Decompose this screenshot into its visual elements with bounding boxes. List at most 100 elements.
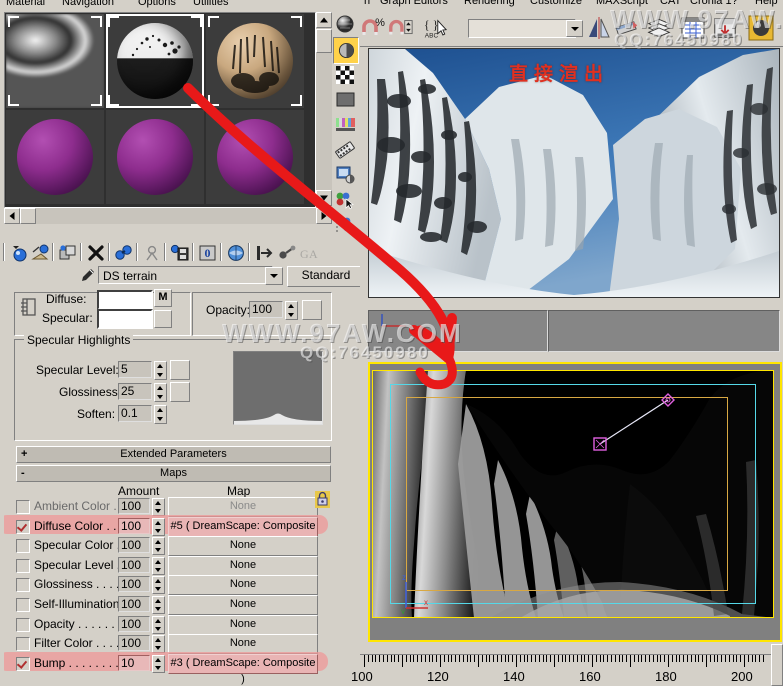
scroll-up-button[interactable] xyxy=(316,12,332,28)
put-material-to-scene-icon[interactable] xyxy=(30,242,52,263)
align-icon[interactable] xyxy=(614,14,640,42)
percent-snap-icon[interactable]: % xyxy=(360,14,386,42)
map-slot-button[interactable]: None xyxy=(168,575,318,596)
video-color-check-icon[interactable] xyxy=(333,112,357,137)
slot-horizontal-scrollbar[interactable] xyxy=(4,208,332,224)
map-amount-field[interactable]: 10 xyxy=(118,654,150,671)
map-amount-field[interactable]: 100 xyxy=(118,498,150,514)
curve-editor-icon[interactable] xyxy=(680,14,706,42)
map-checkbox[interactable] xyxy=(16,598,30,612)
specular-map-button[interactable] xyxy=(154,310,172,328)
mirror-icon[interactable] xyxy=(586,14,612,42)
glossiness-spinner[interactable] xyxy=(154,383,167,402)
menu-utilities[interactable]: Utilities xyxy=(193,0,228,8)
map-amount-field[interactable]: 100 xyxy=(118,517,150,534)
specular-color-swatch[interactable] xyxy=(97,309,153,329)
map-amount-spinner[interactable] xyxy=(152,556,165,575)
map-amount-field[interactable]: 100 xyxy=(118,635,150,652)
glossiness-field[interactable]: 25 xyxy=(118,383,152,400)
layer-manager-icon[interactable] xyxy=(646,14,672,42)
material-effects-channel-icon[interactable]: 0 xyxy=(197,242,219,263)
material-id-channel-icon[interactable] xyxy=(333,212,357,237)
schematic-view-icon[interactable] xyxy=(712,14,738,42)
soften-field[interactable]: 0.1 xyxy=(118,405,152,422)
map-amount-spinner[interactable] xyxy=(152,576,165,595)
map-checkbox[interactable] xyxy=(16,519,30,534)
assign-material-to-selection-icon[interactable] xyxy=(57,242,79,263)
sample-slot-6[interactable] xyxy=(206,110,304,204)
diffuse-map-button[interactable]: M xyxy=(154,289,172,307)
lock-icon[interactable] xyxy=(315,491,330,511)
named-selection-sets-icon[interactable]: { } ABC xyxy=(422,14,448,42)
specular-level-map-button[interactable] xyxy=(170,360,190,380)
sample-slot-5[interactable] xyxy=(106,110,204,204)
sample-slot-4[interactable] xyxy=(6,110,104,204)
spinner-snap-icon[interactable] xyxy=(388,14,414,42)
make-unique-icon[interactable] xyxy=(141,242,163,263)
select-by-material-icon[interactable] xyxy=(333,187,357,212)
sample-slot-3[interactable] xyxy=(206,14,304,108)
map-amount-field[interactable]: 100 xyxy=(118,615,150,632)
menu-options[interactable]: Options xyxy=(138,0,176,8)
specular-level-spinner[interactable] xyxy=(154,361,167,380)
map-checkbox[interactable] xyxy=(16,539,30,554)
sample-slot-1[interactable] xyxy=(6,14,104,108)
opacity-spinner[interactable] xyxy=(285,301,298,320)
get-material-icon[interactable] xyxy=(8,242,30,263)
viewport-pane-right[interactable] xyxy=(548,310,780,352)
menu-graph-editors[interactable]: Graph Editors xyxy=(380,0,448,7)
material-name-dropdown-icon[interactable] xyxy=(265,267,283,285)
put-to-library-icon[interactable] xyxy=(169,242,191,263)
specular-level-field[interactable]: 5 xyxy=(118,361,152,378)
map-checkbox[interactable] xyxy=(16,578,30,593)
material-type-button[interactable]: Standard xyxy=(287,266,365,287)
menu-cronia[interactable]: Cronia 1? xyxy=(690,0,738,7)
opacity-map-button[interactable] xyxy=(302,300,322,320)
named-selection-field[interactable] xyxy=(468,19,576,38)
background-checker-icon[interactable] xyxy=(333,62,357,87)
scroll-thumb[interactable] xyxy=(316,29,332,53)
map-amount-spinner[interactable] xyxy=(152,498,165,516)
rollout-extended-parameters[interactable]: + Extended Parameters xyxy=(16,446,331,463)
map-checkbox[interactable] xyxy=(16,617,30,632)
map-slot-button[interactable]: #5 ( DreamScape: Composite ) xyxy=(168,516,318,548)
menu-customize[interactable]: Customize xyxy=(530,0,582,7)
map-slot-button[interactable]: None xyxy=(168,555,318,576)
diffuse-color-swatch[interactable] xyxy=(97,290,153,310)
color-lock-icon[interactable] xyxy=(19,297,39,322)
make-preview-icon[interactable] xyxy=(333,137,357,162)
glossiness-map-button[interactable] xyxy=(170,382,190,402)
sample-slot-2[interactable] xyxy=(106,14,204,108)
options-icon[interactable] xyxy=(333,162,357,187)
map-amount-spinner[interactable] xyxy=(152,537,165,556)
opacity-value-field[interactable]: 100 xyxy=(249,301,283,318)
map-amount-field[interactable]: 100 xyxy=(118,537,150,554)
make-material-copy-icon[interactable] xyxy=(113,242,135,263)
map-slot-button[interactable]: None xyxy=(168,614,318,635)
show-map-in-viewport-icon[interactable] xyxy=(225,242,247,263)
rollout-maps[interactable]: - Maps xyxy=(16,465,331,482)
map-amount-field[interactable]: 100 xyxy=(118,576,150,593)
menu-cat[interactable]: CAT xyxy=(660,0,681,7)
menu-help[interactable]: Help xyxy=(755,0,778,7)
map-slot-button[interactable]: None xyxy=(168,595,318,615)
go-to-parent-icon[interactable] xyxy=(276,242,298,263)
map-slot-button[interactable]: None xyxy=(168,536,318,557)
menu-rendering[interactable]: Rendering xyxy=(464,0,515,7)
material-name-field[interactable]: DS terrain xyxy=(98,266,273,284)
menu-maxscript[interactable]: MAXScript xyxy=(596,0,648,7)
menu-n[interactable]: n xyxy=(364,0,370,7)
map-slot-button[interactable]: #3 ( DreamScape: Composite ) xyxy=(168,653,318,685)
soften-spinner[interactable] xyxy=(154,405,167,424)
map-amount-field[interactable]: 100 xyxy=(118,596,150,612)
sample-uv-tiling-icon[interactable] xyxy=(333,87,357,112)
scroll-down-button[interactable] xyxy=(316,190,332,206)
scroll-right-button[interactable] xyxy=(316,208,332,224)
sample-type-sphere-icon[interactable] xyxy=(333,12,357,37)
menu-material[interactable]: Material xyxy=(6,0,45,8)
backlight-icon[interactable] xyxy=(333,37,359,64)
go-forward-to-sibling-icon[interactable]: GA xyxy=(299,242,321,263)
map-checkbox[interactable] xyxy=(16,637,30,652)
map-amount-spinner[interactable] xyxy=(152,615,165,634)
map-checkbox[interactable] xyxy=(16,500,30,514)
